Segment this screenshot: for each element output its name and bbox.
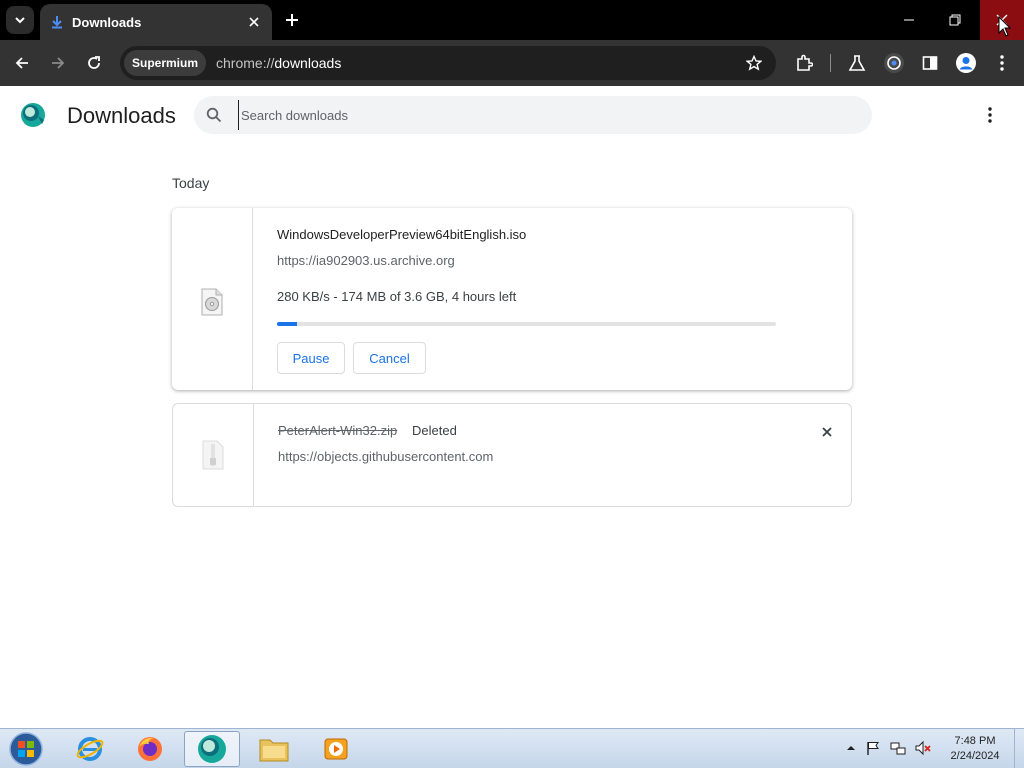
star-icon [746,55,762,71]
extensions-button[interactable] [790,49,818,77]
file-name-link[interactable]: WindowsDeveloperPreview64bitEnglish.iso [277,227,526,242]
start-button[interactable] [6,730,46,768]
forward-button[interactable] [44,49,72,77]
more-vertical-icon [1000,55,1004,71]
source-url-link[interactable]: https://objects.githubusercontent.com [278,449,493,464]
deleted-status-tag: Deleted [412,423,457,438]
zip-file-icon [202,440,224,470]
download-item: WindowsDeveloperPreview64bitEnglish.iso … [172,208,852,390]
profile-sync-button[interactable] [880,49,908,77]
speaker-muted-icon [915,740,931,756]
taskbar-supermium[interactable] [184,731,240,767]
labs-button[interactable] [843,49,871,77]
disc-image-file-icon [201,288,223,316]
circle-icon [884,53,904,73]
url-host: downloads [274,55,342,71]
tab-title: Downloads [72,14,142,30]
browser-toolbar: Supermium chrome://downloads [0,40,1024,86]
flag-icon [867,742,879,755]
url-scheme: chrome:// [216,55,275,71]
chevron-up-icon [847,746,855,750]
mouse-cursor-icon [998,16,1012,37]
site-chip[interactable]: Supermium [124,50,207,76]
file-icon-column [172,208,253,390]
more-vertical-icon [988,107,992,123]
restore-button[interactable] [932,0,978,40]
folder-icon [259,739,289,762]
reload-icon [88,56,100,69]
tab-close-button[interactable] [244,12,264,32]
puzzle-icon [797,54,813,71]
close-icon [822,427,832,437]
flask-icon [848,55,866,71]
download-item: PeterAlert-Win32.zip Deleted https://obj… [172,403,852,507]
more-actions-button[interactable] [978,103,1002,127]
address-bar[interactable]: Supermium chrome://downloads [120,46,776,80]
network-tray-icon[interactable] [889,739,907,757]
search-icon [206,106,224,124]
download-status: 280 KB/s - 174 MB of 3.6 GB, 4 hours lef… [277,289,517,304]
profile-button[interactable] [952,49,980,77]
side-panel-icon [922,56,938,70]
supermium-icon [198,735,226,763]
url-text[interactable]: chrome://downloads [216,55,740,71]
new-tab-button[interactable] [280,8,304,32]
bookmark-button[interactable] [740,49,768,77]
title-bar: Downloads [0,0,1024,40]
restore-icon [949,14,961,26]
side-panel-button[interactable] [916,49,944,77]
avatar-icon [956,53,976,73]
taskbar: 7:48 PM 2/24/2024 [0,728,1024,768]
minimize-icon [904,19,914,21]
taskbar-firefox[interactable] [122,731,178,767]
arrow-left-icon [15,57,28,69]
taskbar-file-explorer[interactable] [246,731,302,767]
firefox-icon [138,737,162,761]
date-section-label: Today [172,175,210,191]
close-icon [249,17,259,27]
supermium-logo-icon [21,103,45,127]
clock-date: 2/24/2024 [950,750,1000,762]
file-icon-column [173,404,254,506]
tab-downloads[interactable]: Downloads [40,4,272,40]
show-desktop-button[interactable] [1014,729,1024,768]
remove-from-list-button[interactable] [815,420,839,444]
page-title: Downloads [67,103,176,128]
chevron-down-icon [15,17,25,24]
taskbar-media-player[interactable] [308,731,364,767]
minimize-button[interactable] [886,0,932,40]
network-icon [890,742,906,755]
reload-button[interactable] [80,49,108,77]
progress-fill [277,322,297,326]
tab-search-button[interactable] [6,6,34,34]
internet-explorer-icon [76,737,104,761]
volume-tray-icon[interactable] [914,739,932,757]
toolbar-divider [830,54,831,72]
clock-time: 7:48 PM [954,735,996,747]
arrow-right-icon [52,57,65,69]
deleted-file-name: PeterAlert-Win32.zip [278,423,398,438]
show-hidden-icons-button[interactable] [842,739,860,757]
cancel-button[interactable]: Cancel [353,342,426,374]
windows-start-orb-icon [9,732,43,766]
search-box[interactable] [194,96,872,134]
taskbar-clock[interactable]: 7:48 PM 2/24/2024 [940,734,1010,764]
pause-button[interactable]: Pause [277,342,345,374]
download-progress-bar [277,322,776,326]
back-button[interactable] [8,49,36,77]
source-url-link[interactable]: https://ia902903.us.archive.org [277,253,455,268]
search-input[interactable] [238,100,838,130]
browser-menu-button[interactable] [988,49,1016,77]
action-center-tray-icon[interactable] [864,739,882,757]
plus-icon [286,14,298,26]
taskbar-internet-explorer[interactable] [62,731,118,767]
download-arrow-icon [52,16,62,29]
media-player-icon [324,738,348,760]
